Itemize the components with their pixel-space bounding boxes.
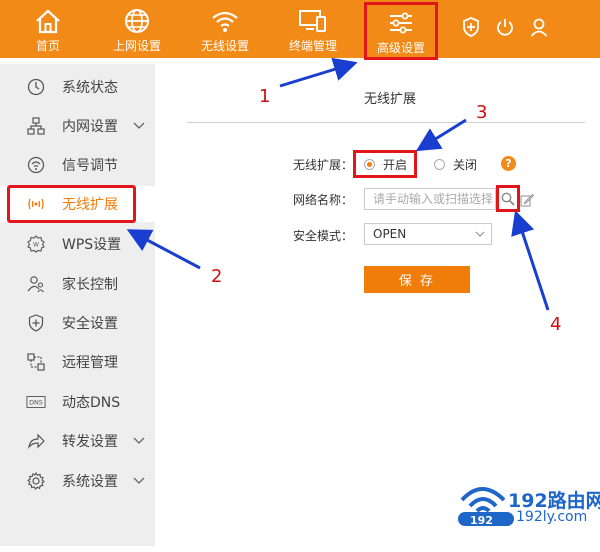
sidebar-item-ddns[interactable]: DNS 动态DNS xyxy=(0,384,155,420)
dns-icon: DNS xyxy=(26,392,46,412)
sidebar-item-system-status[interactable]: 系统状态 xyxy=(0,69,155,105)
gear-icon xyxy=(26,471,46,491)
watermark-badge: 192 xyxy=(470,514,493,527)
top-navigation: 首页 上网设置 无线设置 终端管理 高级设置 xyxy=(0,0,600,60)
sidebar-item-label: 内网设置 xyxy=(62,119,118,135)
arrow-3 xyxy=(415,118,467,152)
radio-enable-dot[interactable] xyxy=(364,158,375,170)
nav-wifi[interactable]: 无线设置 xyxy=(193,0,257,58)
nav-advanced[interactable]: 高级设置 xyxy=(364,2,438,60)
page-title: 无线扩展 xyxy=(363,92,416,107)
nav-home[interactable]: 首页 xyxy=(18,0,78,58)
arrow-1 xyxy=(279,57,358,88)
sidebar-item-label: 家长控制 xyxy=(62,277,118,293)
arrow-4 xyxy=(511,210,550,311)
radio-enable[interactable]: 开启 xyxy=(353,150,417,178)
annotation-number-2: 2 xyxy=(211,266,223,287)
signal-icon xyxy=(26,155,46,175)
sidebar-item-label: WPS设置 xyxy=(62,237,122,253)
watermark-domain: 192ly.com xyxy=(516,509,588,525)
ssid-input[interactable] xyxy=(364,188,496,210)
radio-disable[interactable]: 关闭 xyxy=(434,156,477,173)
radio-enable-label: 开启 xyxy=(383,157,408,172)
svg-text:DNS: DNS xyxy=(29,400,43,407)
chevron-down-icon[interactable] xyxy=(132,119,146,133)
home-icon xyxy=(33,6,63,36)
sidebar-item-forward[interactable]: 转发设置 xyxy=(0,423,155,459)
sidebar-item-signal[interactable]: 信号调节 xyxy=(0,147,155,183)
annotation-number-1: 1 xyxy=(259,86,271,107)
security-mode-label: 安全模式： xyxy=(293,229,354,243)
nav-home-label: 首页 xyxy=(35,39,60,53)
radio-disable-dot[interactable] xyxy=(434,159,445,170)
wps-icon: W xyxy=(26,234,46,254)
svg-text:W: W xyxy=(33,242,39,249)
chevron-down-icon[interactable] xyxy=(132,474,146,488)
sidebar-item-label: 动态DNS xyxy=(62,395,121,411)
sidebar-item-label: 信号调节 xyxy=(62,158,118,174)
sidebar-item-label: 系统状态 xyxy=(62,80,118,96)
sidebar-item-label: 安全设置 xyxy=(62,316,118,332)
nav-terminal[interactable]: 终端管理 xyxy=(280,0,346,58)
sidebar-item-system-settings[interactable]: 系统设置 xyxy=(0,463,155,499)
annotation-number-4: 4 xyxy=(550,314,562,335)
annotation-number-3: 3 xyxy=(476,102,488,123)
help-icon[interactable]: ? xyxy=(501,156,516,171)
remote-icon xyxy=(26,352,46,372)
clock-icon xyxy=(26,77,46,97)
highlight-box-sidebar xyxy=(7,185,136,223)
sidebar-item-parental[interactable]: 家长控制 xyxy=(0,266,155,302)
sidebar-item-label: 系统设置 xyxy=(62,474,118,490)
nav-advanced-label: 高级设置 xyxy=(376,41,425,55)
sidebar-item-label: 远程管理 xyxy=(62,355,118,371)
sidebar-item-security[interactable]: 安全设置 xyxy=(0,305,155,341)
save-button[interactable]: 保 存 xyxy=(364,266,470,293)
radio-disable-label: 关闭 xyxy=(453,158,478,172)
wireless-extend-label: 无线扩展： xyxy=(293,158,354,172)
shield-plus-icon[interactable] xyxy=(458,14,484,40)
nav-internet-label: 上网设置 xyxy=(112,39,161,53)
search-icon xyxy=(501,192,515,206)
edit-icon[interactable] xyxy=(520,192,535,207)
security-mode-value: OPEN xyxy=(373,227,407,241)
security-mode-select[interactable]: OPEN xyxy=(364,223,492,245)
sidebar-item-remote[interactable]: 远程管理 xyxy=(0,344,155,380)
globe-icon xyxy=(122,6,152,36)
power-icon[interactable] xyxy=(492,14,518,40)
nav-wifi-label: 无线设置 xyxy=(200,39,249,53)
forward-icon xyxy=(26,431,46,451)
scan-search-button[interactable] xyxy=(496,185,520,212)
chevron-down-icon[interactable] xyxy=(132,434,146,448)
chevron-down-icon xyxy=(475,228,485,242)
shield-icon xyxy=(26,313,46,333)
sliders-icon xyxy=(386,8,416,38)
nav-internet[interactable]: 上网设置 xyxy=(105,0,169,58)
title-divider xyxy=(187,122,585,123)
user-icon[interactable] xyxy=(526,14,552,40)
wifi-icon xyxy=(210,6,240,36)
nav-terminal-label: 终端管理 xyxy=(288,39,337,53)
sidebar-item-wps[interactable]: W WPS设置 xyxy=(0,226,155,262)
sidebar-item-label: 转发设置 xyxy=(62,434,118,450)
network-icon xyxy=(26,116,46,136)
devices-icon xyxy=(298,6,328,36)
sidebar-item-lan[interactable]: 内网设置 xyxy=(0,108,155,144)
parent-icon xyxy=(26,274,46,294)
ssid-label: 网络名称： xyxy=(293,193,354,207)
